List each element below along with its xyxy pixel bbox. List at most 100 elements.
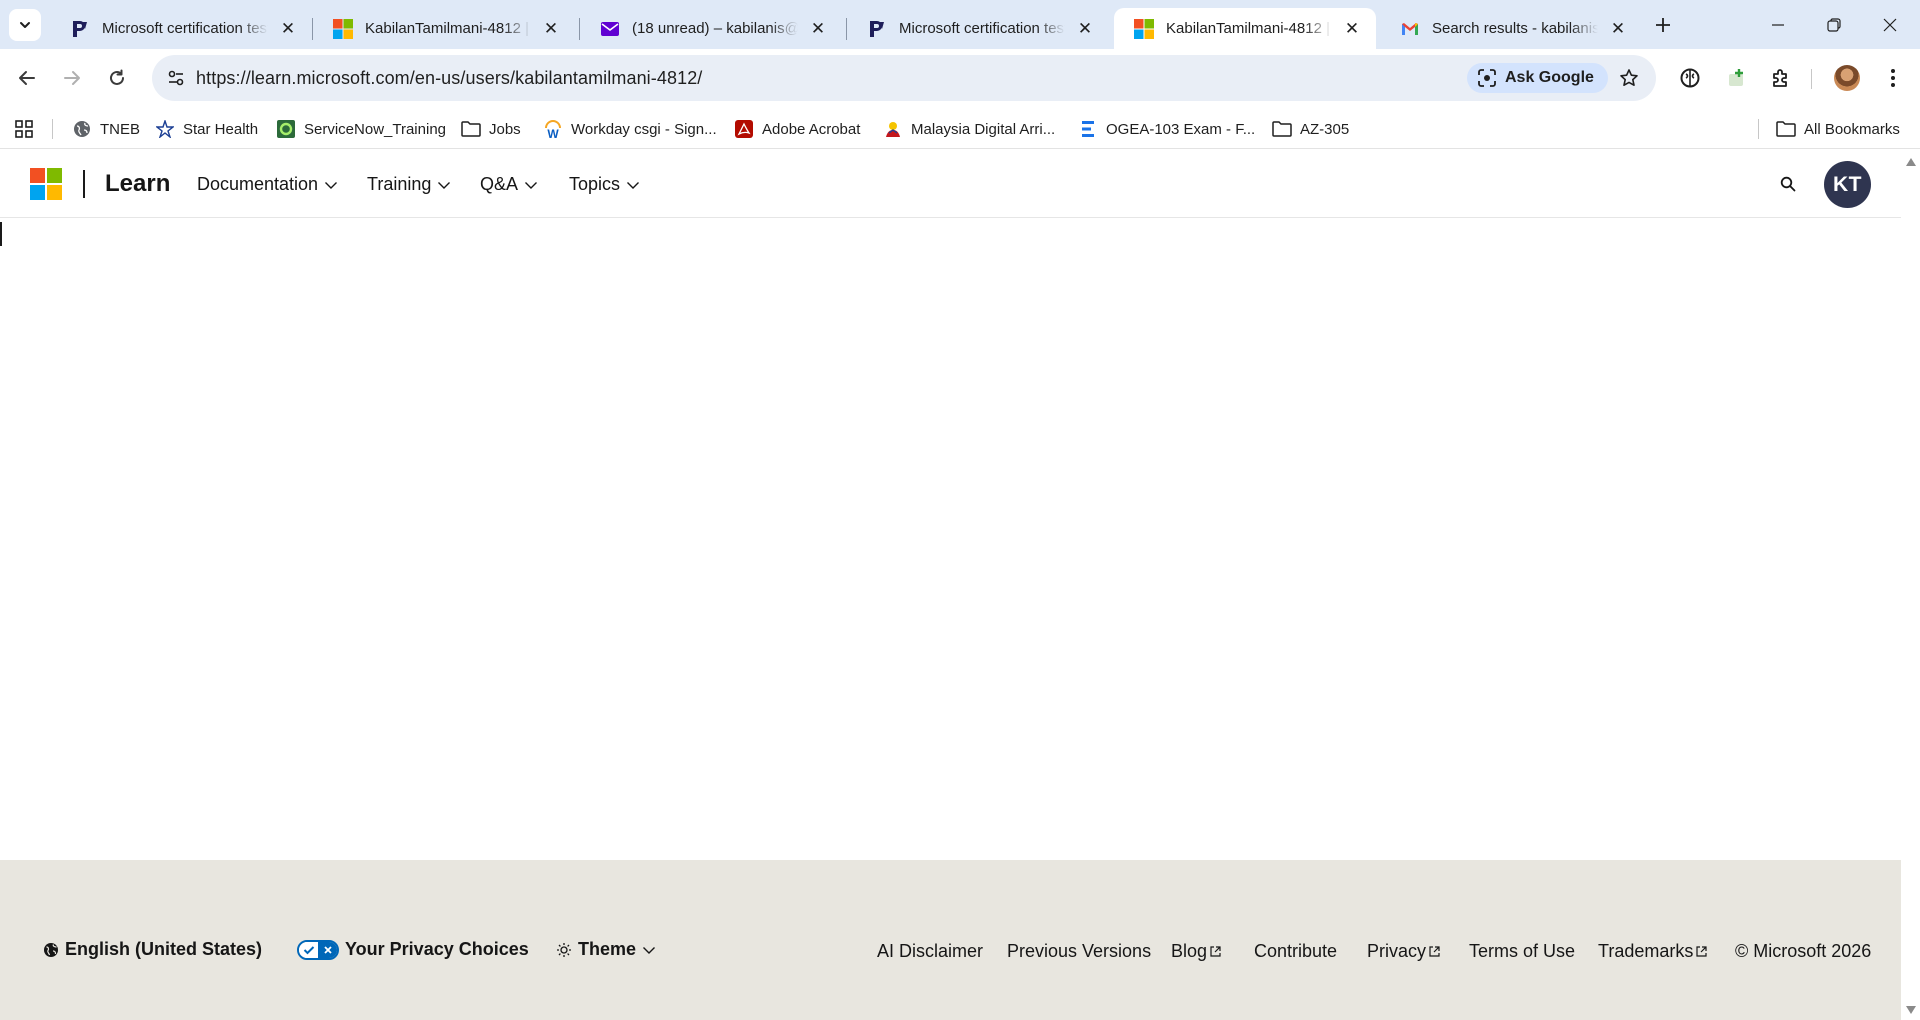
close-icon[interactable]: ✕: [1075, 19, 1095, 39]
extensions-puzzle-icon[interactable]: [1765, 62, 1797, 94]
close-icon[interactable]: ✕: [541, 19, 561, 39]
profile-avatar[interactable]: [1834, 65, 1860, 91]
reload-button[interactable]: [101, 62, 133, 94]
ask-google-button[interactable]: Ask Google: [1467, 63, 1608, 93]
bookmark-label: OGEA-103 Exam - F...: [1106, 120, 1256, 138]
close-icon[interactable]: ✕: [808, 19, 828, 39]
svg-text:W: W: [547, 127, 559, 139]
globe-icon: [72, 119, 92, 139]
nav-training[interactable]: Training: [367, 174, 451, 195]
nav-label: Q&A: [480, 174, 519, 194]
user-avatar[interactable]: KT: [1824, 161, 1871, 208]
bookmark-item[interactable]: OGEA-103 Exam - F...: [1078, 117, 1255, 141]
menu-kebab-icon[interactable]: [1877, 62, 1909, 94]
forward-button[interactable]: [56, 62, 88, 94]
bookmark-star-icon[interactable]: [1614, 63, 1644, 93]
privacy-toggle-icon: [297, 939, 339, 960]
browser-tab[interactable]: (18 unread) – kabilanis@yahoo.com ✕: [580, 8, 842, 49]
scroll-down-arrow-icon[interactable]: [1905, 1004, 1916, 1015]
bookmark-label: Jobs: [489, 120, 521, 138]
privacy-choices-link[interactable]: Your Privacy Choices: [297, 939, 529, 960]
page-scrollbar[interactable]: [1901, 150, 1920, 1020]
close-icon[interactable]: ✕: [1608, 19, 1628, 39]
browser-tab[interactable]: KabilanTamilmani-4812 | Microsoft Learn …: [313, 8, 575, 49]
servicenow-icon: [276, 119, 296, 139]
new-tab-button[interactable]: [1648, 10, 1678, 40]
footer-link-terms[interactable]: Terms of Use: [1469, 941, 1575, 962]
address-bar[interactable]: https://learn.microsoft.com/en-us/users/…: [152, 55, 1656, 101]
folder-icon: [1776, 119, 1796, 139]
nav-documentation[interactable]: Documentation: [197, 174, 338, 195]
footer-link-privacy[interactable]: Privacy: [1367, 941, 1440, 962]
bookmark-item[interactable]: TNEB: [72, 117, 140, 141]
restore-icon: [1827, 17, 1841, 32]
browser-tab[interactable]: Microsoft certification testing ✕: [50, 8, 312, 49]
bookmark-label: Star Health: [183, 120, 259, 138]
footer-link-contribute[interactable]: Contribute: [1254, 941, 1337, 962]
page-footer: English (United States) Your Privacy Cho…: [0, 860, 1901, 1020]
theme-selector[interactable]: Theme: [556, 939, 656, 960]
plus-icon: [1656, 18, 1670, 32]
nav-label: Documentation: [197, 174, 319, 194]
close-icon[interactable]: ✕: [1342, 19, 1362, 39]
workday-icon: W: [543, 119, 563, 139]
footer-link-label: Previous Versions: [1007, 941, 1152, 961]
footer-link-label: Blog: [1171, 941, 1208, 961]
browser-tab-active[interactable]: KabilanTamilmani-4812 | Microsoft Learn …: [1114, 8, 1376, 49]
footer-link-previous-versions[interactable]: Previous Versions: [1007, 941, 1151, 962]
footer-link-label: Trademarks: [1598, 941, 1694, 961]
star-health-icon: [155, 119, 175, 139]
site-info-icon[interactable]: [160, 62, 192, 94]
bookmark-label: TNEB: [100, 120, 141, 138]
search-icon[interactable]: [1776, 172, 1800, 196]
footer-link-trademarks[interactable]: Trademarks: [1598, 941, 1707, 962]
back-button[interactable]: [11, 62, 43, 94]
minimize-icon: [1772, 23, 1784, 26]
microsoft-logo[interactable]: [30, 168, 62, 200]
chevron-down-icon: [437, 180, 451, 190]
close-icon: [1883, 18, 1897, 31]
all-bookmarks-label: All Bookmarks: [1804, 120, 1900, 138]
extension-brain-icon[interactable]: [1674, 62, 1706, 94]
address-url[interactable]: https://learn.microsoft.com/en-us/users/…: [196, 68, 702, 89]
browser-tab[interactable]: Microsoft certification testing ✕: [847, 8, 1109, 49]
footer-link-blog[interactable]: Blog: [1171, 941, 1221, 962]
restore-button[interactable]: [1806, 0, 1862, 49]
close-window-button[interactable]: [1862, 0, 1918, 49]
bookmark-item[interactable]: Adobe Acrobat: [734, 117, 860, 141]
bookmark-item[interactable]: AZ-305: [1272, 117, 1349, 141]
extension-green-icon[interactable]: [1720, 62, 1752, 94]
close-icon[interactable]: ✕: [278, 19, 298, 39]
footer-link-ai-disclaimer[interactable]: AI Disclaimer: [877, 941, 983, 962]
bookmark-item[interactable]: Malaysia Digital Arri...: [883, 117, 1055, 141]
language-selector[interactable]: English (United States): [43, 939, 262, 960]
all-bookmarks-button[interactable]: All Bookmarks: [1776, 117, 1900, 141]
footer-link-label: Contribute: [1254, 941, 1338, 961]
external-link-icon: [1210, 946, 1221, 957]
minimize-button[interactable]: [1750, 0, 1806, 49]
browser-tab[interactable]: Search results - kabilanis@gmail.com ✕: [1380, 8, 1642, 49]
chevron-down-icon: [324, 180, 338, 190]
external-link-icon: [1696, 946, 1707, 957]
learn-brand-link[interactable]: Learn: [105, 170, 170, 198]
tab-title: Microsoft certification testing: [102, 20, 268, 37]
bookmark-item[interactable]: W Workday csgi - Sign...: [543, 117, 717, 141]
toolbar-divider: [1811, 69, 1812, 89]
pearson-vue-icon: [867, 19, 887, 39]
microsoft-icon: [1134, 18, 1154, 39]
nav-qa[interactable]: Q&A: [480, 174, 538, 195]
nav-topics[interactable]: Topics: [569, 174, 640, 195]
web-page: Learn Documentation Training Q&A Topics …: [0, 150, 1901, 1020]
tab-search-button[interactable]: [9, 9, 41, 41]
bookmark-item[interactable]: Star Health: [155, 117, 258, 141]
apps-grid-icon[interactable]: [12, 117, 36, 141]
chevron-down-icon: [642, 945, 656, 955]
bookmark-label: AZ-305: [1300, 120, 1350, 138]
theme-label: Theme: [578, 939, 637, 959]
chevron-down-icon: [626, 180, 640, 190]
tab-title: Search results - kabilanis@gmail.com: [1432, 20, 1598, 37]
bookmark-item[interactable]: ServiceNow_Training: [276, 117, 446, 141]
bookmark-item[interactable]: Jobs: [461, 117, 521, 141]
arrow-right-icon: [64, 71, 80, 85]
scroll-up-arrow-icon[interactable]: [1905, 156, 1916, 167]
